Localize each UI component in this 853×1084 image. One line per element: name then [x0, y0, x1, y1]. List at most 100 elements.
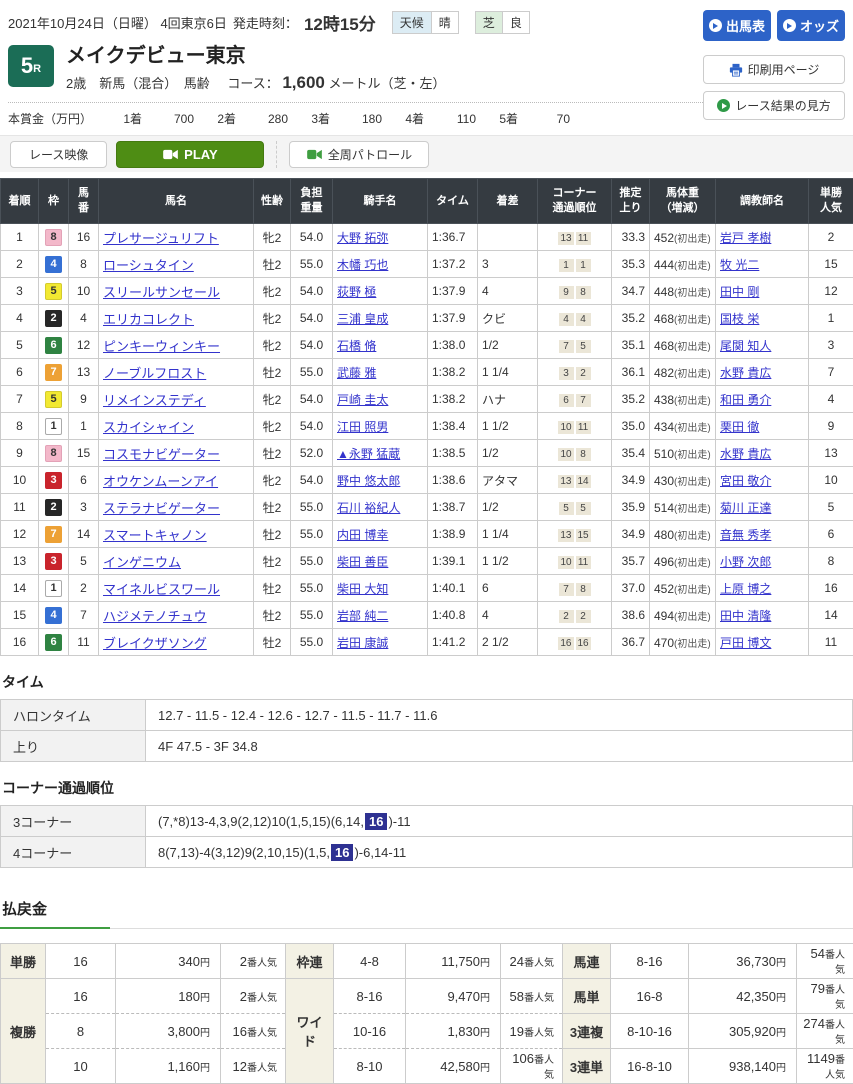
trainer-link[interactable]: 戸田 博文	[720, 636, 771, 650]
horse-name-link[interactable]: ローシュタイン	[103, 258, 194, 273]
jockey-link[interactable]: 石橋 脩	[337, 339, 376, 353]
horse-name-link[interactable]: プレサージュリフト	[103, 231, 219, 246]
jockey-link[interactable]: 柴田 善臣	[337, 555, 388, 569]
corner-position-badge: 7	[559, 583, 574, 596]
payout-popularity: 79番人気	[797, 979, 853, 1014]
jockey-link[interactable]: 荻野 極	[337, 285, 376, 299]
jockey-link[interactable]: 武藤 雅	[337, 366, 376, 380]
horse-name-link[interactable]: インゲニウム	[103, 555, 181, 570]
finish-time: 1:38.2	[428, 386, 478, 413]
body-weight: 448(初出走)	[650, 278, 716, 305]
horse-name-link[interactable]: ピンキーウィンキー	[103, 339, 220, 354]
horse-name-link[interactable]: スマートキャノン	[103, 528, 207, 543]
trainer-link[interactable]: 水野 貴広	[720, 447, 771, 461]
table-row: 5612ピンキーウィンキー牝254.0石橋 脩1:38.01/27535.146…	[1, 332, 853, 359]
horse-name-link[interactable]: マイネルビスワール	[103, 582, 220, 597]
horse-name-link[interactable]: スカイシャイン	[103, 420, 194, 435]
trainer-link[interactable]: 田中 剛	[720, 285, 759, 299]
last-3f-time: 35.3	[612, 251, 650, 278]
jockey-link[interactable]: 石川 裕紀人	[337, 501, 400, 515]
trainer-link[interactable]: 田中 清隆	[720, 609, 771, 623]
horse-name-cell: マイネルビスワール	[99, 575, 254, 602]
jockey-link[interactable]: 岩部 純二	[337, 609, 388, 623]
trainer-link[interactable]: 岩戸 孝樹	[720, 231, 771, 245]
popularity-value: 54	[811, 946, 825, 961]
jockey-link[interactable]: 柴田 大知	[337, 582, 388, 596]
finish-position: 9	[1, 440, 39, 467]
jockey-link[interactable]: 野中 悠太郎	[337, 474, 400, 488]
jockey-link[interactable]: 戸崎 圭太	[337, 393, 388, 407]
frame-cell: 6	[39, 629, 69, 656]
entry-table-button[interactable]: 出馬表	[703, 10, 771, 41]
trainer-link[interactable]: 牧 光二	[720, 258, 759, 272]
trainer-link[interactable]: 音無 秀孝	[720, 528, 771, 542]
race-video-button[interactable]: レース映像	[10, 141, 107, 168]
frame-number-badge: 4	[45, 256, 62, 273]
corner-position-badge: 13	[558, 232, 573, 245]
horse-name-link[interactable]: エリカコレクト	[103, 312, 194, 327]
trainer-link[interactable]: 菊川 正達	[720, 501, 771, 515]
results-guide-label: レース結果の見方	[735, 97, 830, 114]
payout-row: 101,160円12番人気8-1042,580円106番人気3連単16-8-10…	[1, 1049, 853, 1084]
jockey-link[interactable]: 三浦 皇成	[337, 312, 388, 326]
horse-number: 3	[69, 494, 99, 521]
payout-row: 複勝16180円2番人気ワイド8-169,470円58番人気馬単16-842,3…	[1, 979, 853, 1014]
body-weight-note: (初出走)	[674, 396, 711, 407]
corner3-order-tail: )-11	[388, 814, 410, 829]
winning-combination: 8-10	[334, 1049, 406, 1084]
odds-button[interactable]: オッズ	[777, 10, 845, 41]
yen-unit: 円	[776, 993, 786, 1004]
jockey-link[interactable]: 大野 拓弥	[337, 231, 388, 245]
jockey-link[interactable]: 木幡 巧也	[337, 258, 388, 272]
patrol-video-button[interactable]: 全周パトロール	[289, 141, 429, 168]
trainer-link[interactable]: 国枝 栄	[720, 312, 759, 326]
horse-name-link[interactable]: リメインステディ	[103, 393, 206, 408]
jockey-link[interactable]: ▲永野 猛蔵	[337, 447, 400, 461]
popularity-unit: 番人気	[524, 958, 554, 969]
trainer-link[interactable]: 上原 博之	[720, 582, 771, 596]
horse-name-cell: リメインステディ	[99, 386, 254, 413]
carried-weight: 55.0	[291, 251, 333, 278]
jockey-link[interactable]: 江田 照男	[337, 420, 388, 434]
corner-position-badge: 8	[576, 583, 591, 596]
print-page-button[interactable]: 印刷用ページ	[703, 55, 845, 84]
winning-combination: 10	[46, 1049, 116, 1084]
frame-cell: 5	[39, 386, 69, 413]
sex-age: 牡2	[254, 251, 291, 278]
horse-name-link[interactable]: スリールサンセール	[103, 285, 220, 300]
trainer-link[interactable]: 小野 次郎	[720, 555, 771, 569]
horse-name-link[interactable]: ステラナビゲーター	[103, 501, 220, 516]
column-header: 馬 番	[69, 179, 99, 224]
jockey-link[interactable]: 岩田 康誠	[337, 636, 388, 650]
popularity-unit: 番人気	[825, 950, 845, 976]
trainer-link[interactable]: 水野 貴広	[720, 366, 771, 380]
corner-position-badge: 8	[576, 448, 591, 461]
corner-position-badge: 16	[576, 637, 591, 650]
popularity-unit: 番人気	[825, 1020, 845, 1046]
horse-name-link[interactable]: ブレイクザソング	[103, 636, 207, 651]
frame-number-badge: 1	[45, 418, 62, 435]
results-guide-button[interactable]: レース結果の見方	[703, 91, 845, 120]
corner-position-badge: 11	[576, 556, 591, 569]
horse-name-link[interactable]: コスモナビゲーター	[103, 447, 220, 462]
frame-cell: 1	[39, 575, 69, 602]
horse-name-link[interactable]: ハジメテノチュウ	[103, 609, 207, 624]
horse-name-link[interactable]: オウケンムーンアイ	[103, 474, 218, 489]
horse-name-link[interactable]: ノーブルフロスト	[103, 366, 206, 381]
jockey-link[interactable]: 内田 博幸	[337, 528, 388, 542]
finish-time: 1:38.5	[428, 440, 478, 467]
course-unit: メートル（芝・左）	[329, 76, 446, 91]
trainer-cell: 戸田 博文	[716, 629, 809, 656]
payout-popularity: 106番人気	[501, 1049, 563, 1084]
trainer-link[interactable]: 和田 勇介	[720, 393, 771, 407]
jockey-cell: 武藤 雅	[333, 359, 428, 386]
frame-cell: 2	[39, 494, 69, 521]
play-button[interactable]: PLAY	[116, 141, 264, 168]
trainer-link[interactable]: 尾関 知人	[720, 339, 771, 353]
trainer-link[interactable]: 宮田 敬介	[720, 474, 771, 488]
trainer-link[interactable]: 栗田 徹	[720, 420, 759, 434]
table-row: 1335インゲニウム牡255.0柴田 善臣1:39.11 1/2101135.7…	[1, 548, 853, 575]
course-distance: 1,600	[282, 73, 325, 92]
amount-value: 11,750	[441, 954, 480, 969]
table-row: 759リメインステディ牝254.0戸崎 圭太1:38.2ハナ6735.2438(…	[1, 386, 853, 413]
